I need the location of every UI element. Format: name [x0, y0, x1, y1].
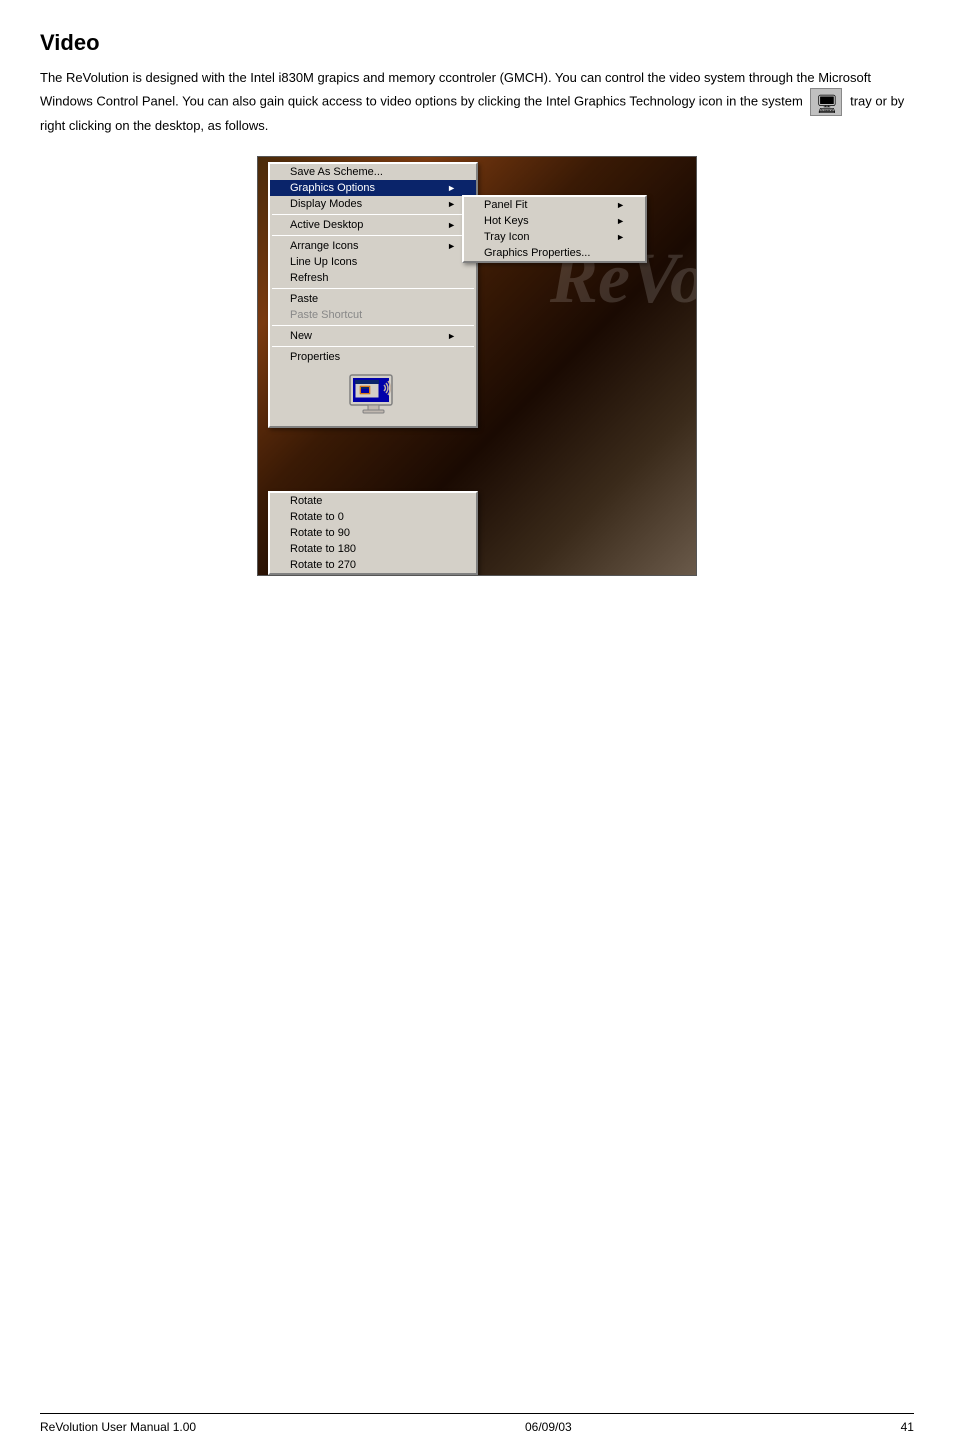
menu-item-graphics-options[interactable]: Graphics Options ► — [270, 180, 476, 196]
footer: ReVolution User Manual 1.00 06/09/03 41 — [40, 1413, 914, 1434]
footer-left: ReVolution User Manual 1.00 — [40, 1420, 196, 1434]
monitor-icon-area — [270, 365, 476, 426]
arrow-icon: ► — [447, 220, 456, 230]
menu-item-rotate-270[interactable]: Rotate to 270 — [270, 557, 476, 573]
sub-menu-item-hot-keys[interactable]: Hot Keys ► — [464, 213, 645, 229]
menu-item-arrange-icons[interactable]: Arrange Icons ► — [270, 238, 476, 254]
menu-item-properties[interactable]: Properties — [270, 349, 476, 365]
arrow-icon: ► — [447, 241, 456, 251]
monitor-icon — [346, 373, 401, 418]
menu-item-paste[interactable]: Paste — [270, 291, 476, 307]
arrow-icon: ► — [447, 199, 456, 209]
arrow-icon: ► — [616, 200, 625, 210]
menu-separator-3 — [272, 288, 474, 289]
menu-item-rotate[interactable]: Rotate — [270, 493, 476, 509]
menu-item-rotate-180[interactable]: Rotate to 180 — [270, 541, 476, 557]
page-title: Video — [40, 30, 914, 56]
menu-separator-4 — [272, 325, 474, 326]
menu-item-paste-shortcut[interactable]: Paste Shortcut — [270, 307, 476, 323]
menu-item-active-desktop[interactable]: Active Desktop ► — [270, 217, 476, 233]
menu-separator-1 — [272, 214, 474, 215]
menu-item-new[interactable]: New ► — [270, 328, 476, 344]
menu-item-refresh[interactable]: Refresh — [270, 270, 476, 286]
rotate-section: Rotate Rotate to 0 Rotate to 90 Rotate t… — [268, 491, 478, 575]
menu-item-display-modes[interactable]: Display Modes ► — [270, 196, 476, 212]
menu-item-line-up-icons[interactable]: Line Up Icons — [270, 254, 476, 270]
screenshot-wrapper: ReVo Save As Scheme... Graphics Options … — [40, 156, 914, 576]
sub-menu-item-panel-fit[interactable]: Panel Fit ► — [464, 197, 645, 213]
intro-paragraph: The ReVolution is designed with the Inte… — [40, 68, 910, 136]
context-menu-sub: Panel Fit ► Hot Keys ► Tray Icon ► Graph… — [462, 195, 647, 263]
menu-item-rotate-0[interactable]: Rotate to 0 — [270, 509, 476, 525]
arrow-icon: ► — [616, 232, 625, 242]
context-menu-main: Save As Scheme... Graphics Options ► Dis… — [268, 162, 478, 428]
menu-item-save-as-scheme[interactable]: Save As Scheme... — [270, 164, 476, 180]
footer-right: 41 — [901, 1420, 914, 1434]
menu-separator-2 — [272, 235, 474, 236]
tray-icon-inline-image — [810, 88, 842, 116]
menu-separator-5 — [272, 346, 474, 347]
arrow-icon: ► — [447, 331, 456, 341]
sub-menu-item-graphics-properties[interactable]: Graphics Properties... — [464, 245, 645, 261]
arrow-icon: ► — [616, 216, 625, 226]
menu-item-rotate-90[interactable]: Rotate to 90 — [270, 525, 476, 541]
screenshot-area: ReVo Save As Scheme... Graphics Options … — [257, 156, 697, 576]
footer-center: 06/09/03 — [525, 1420, 572, 1434]
arrow-icon: ► — [447, 183, 456, 193]
sub-menu-item-tray-icon[interactable]: Tray Icon ► — [464, 229, 645, 245]
